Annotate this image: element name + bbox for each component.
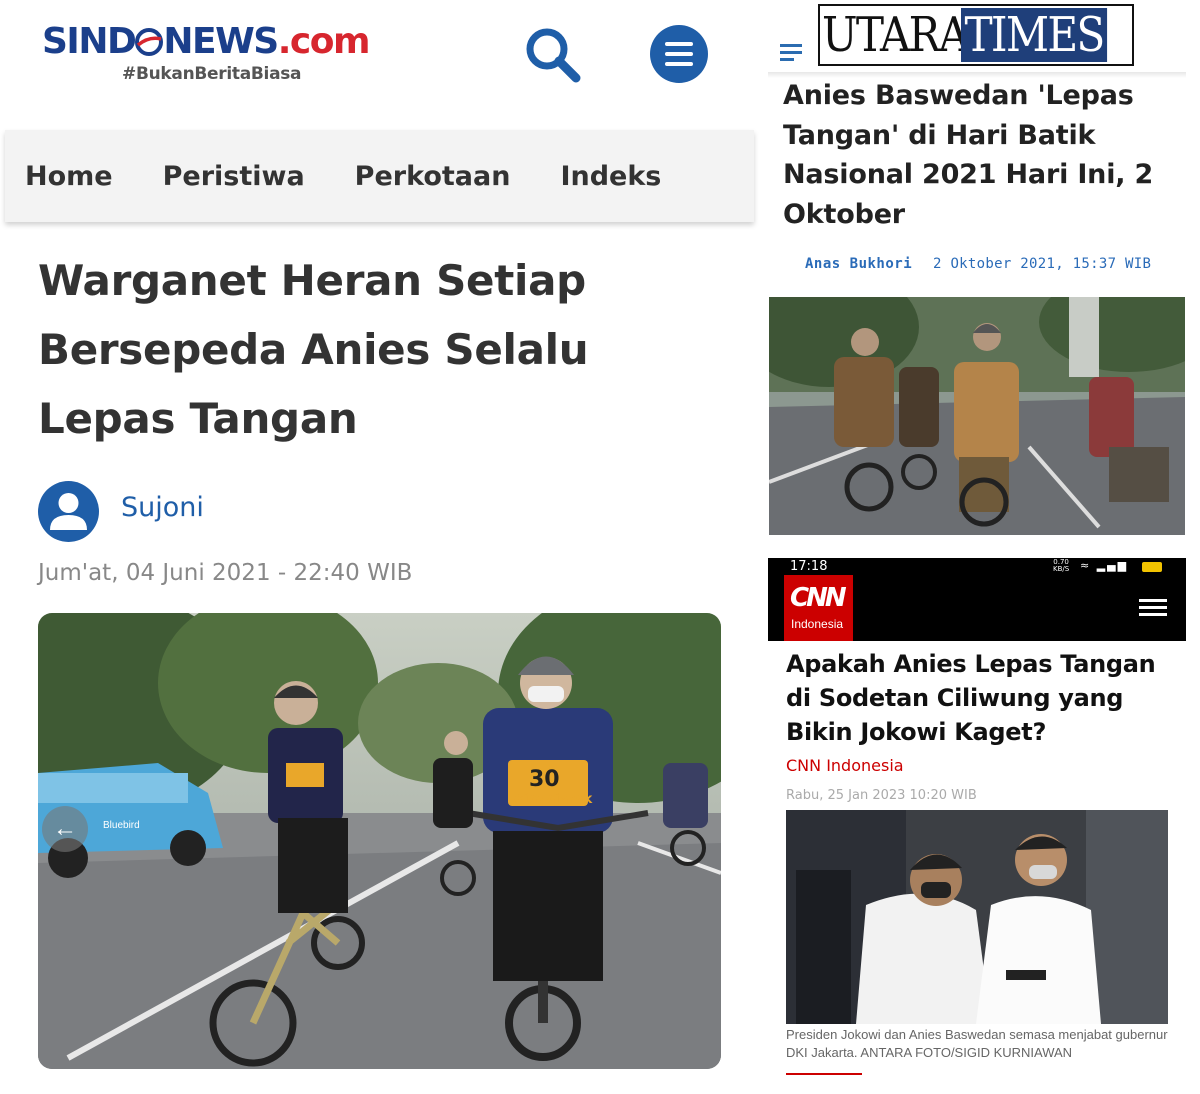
nav-perkotaan[interactable]: Perkotaan xyxy=(355,161,511,192)
menu-icon xyxy=(665,42,693,46)
search-icon xyxy=(526,28,581,83)
battery-icon xyxy=(1142,562,1162,572)
article-photo: Bluebird 30 #jagajarak xyxy=(38,613,721,1069)
sindonews-logo[interactable]: SIND NEWS.com #BukanBeritaBiasa xyxy=(42,21,370,85)
sindonews-screenshot: SIND NEWS.com #BukanBeritaBiasa Home Peri… xyxy=(0,0,760,1094)
utaratimes-logo[interactable]: UTARA TIMES xyxy=(818,4,1134,66)
svg-text:#jagajarak: #jagajarak xyxy=(513,792,593,807)
nav-peristiwa[interactable]: Peristiwa xyxy=(163,161,305,192)
svg-text:30: 30 xyxy=(529,767,560,792)
sindonews-logo-text: SIND NEWS.com xyxy=(42,21,370,62)
search-button[interactable] xyxy=(522,24,584,86)
caption-divider xyxy=(786,1073,862,1075)
article-date: Rabu, 25 Jan 2023 10:20 WIB xyxy=(786,788,977,803)
cnn-screenshot: 17:18 0.70 KB/S ≈ ▂▄▆ CNN Indonesia Apaka… xyxy=(768,558,1186,1094)
user-icon xyxy=(50,493,87,530)
article-headline: Apakah Anies Lepas Tangan di Sodetan Cil… xyxy=(786,650,1156,746)
status-network-speed: 0.70 KB/S xyxy=(1053,558,1070,573)
article-source[interactable]: CNN Indonesia xyxy=(786,756,904,775)
article-date: Jum'at, 04 Juni 2021 - 22:40 WIB xyxy=(38,560,413,586)
prev-slide-button[interactable]: ← xyxy=(42,806,88,852)
nav-indeks[interactable]: Indeks xyxy=(560,161,661,192)
menu-button[interactable] xyxy=(650,25,708,83)
author-name[interactable]: Sujoni xyxy=(121,492,204,523)
article-headline: Anies Baswedan 'Lepas Tangan' di Hari Ba… xyxy=(783,80,1154,230)
article-photo xyxy=(769,297,1185,535)
menu-button[interactable] xyxy=(780,44,802,64)
main-nav: Home Peristiwa Perkotaan Indeks xyxy=(5,130,754,222)
author-avatar[interactable] xyxy=(38,481,99,542)
status-time: 17:18 xyxy=(790,559,828,574)
phone-status-bar: 17:18 0.70 KB/S ≈ ▂▄▆ xyxy=(768,558,1186,575)
arrow-left-icon: ← xyxy=(53,815,77,842)
article-headline: Warganet Heran Setiap Bersepeda Anies Se… xyxy=(38,256,589,443)
menu-icon xyxy=(1139,599,1167,602)
svg-text:Bluebird: Bluebird xyxy=(103,820,140,831)
utaratimes-screenshot: UTARA TIMES Anies Baswedan 'Lepas Tangan'… xyxy=(768,0,1186,540)
sindonews-tagline: #BukanBeritaBiasa xyxy=(122,64,302,84)
signal-icon: ▂▄▆ xyxy=(1096,559,1129,572)
article-photo xyxy=(786,810,1168,1024)
photo-caption: Presiden Jokowi dan Anies Baswedan semas… xyxy=(786,1027,1168,1060)
logo-globe-icon xyxy=(135,28,164,56)
author-name[interactable]: Anas Bukhori xyxy=(805,256,912,272)
wifi-icon: ≈ xyxy=(1080,559,1092,572)
nav-home[interactable]: Home xyxy=(25,161,113,192)
cnn-logo[interactable]: CNN Indonesia xyxy=(784,575,853,641)
menu-button[interactable] xyxy=(1139,599,1167,617)
menu-icon xyxy=(780,44,802,47)
article-date: 2 Oktober 2021, 15:37 WIB xyxy=(933,256,1152,272)
